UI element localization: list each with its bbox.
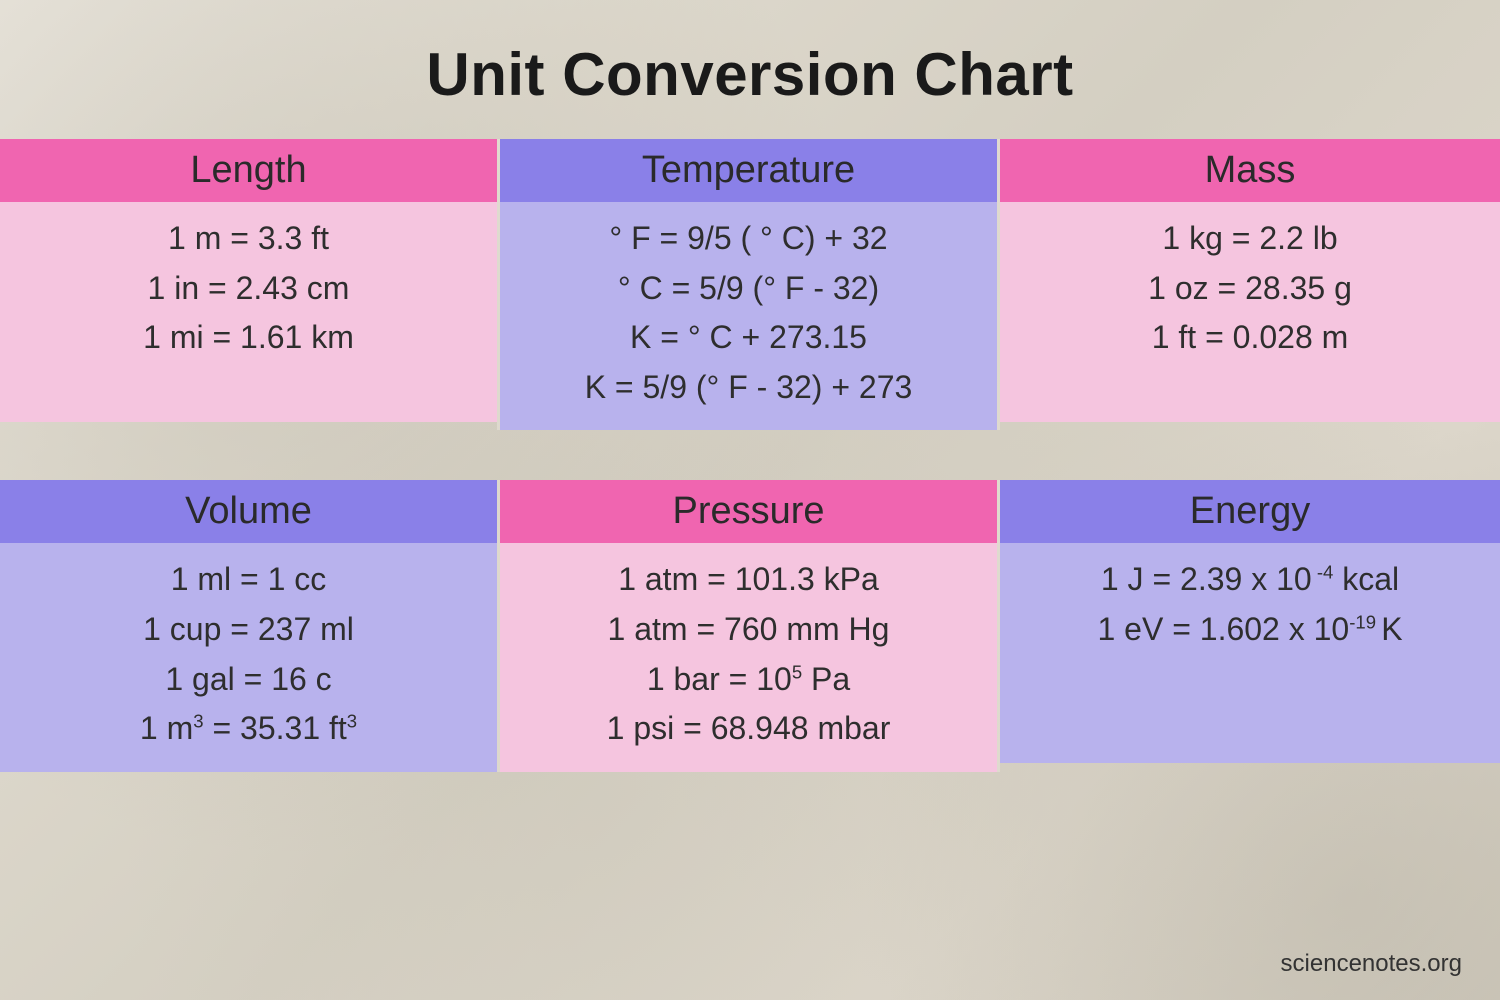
card-volume: Volume 1 ml = 1 cc 1 cup = 237 ml 1 gal … (0, 480, 500, 771)
conv-line: 1 kg = 2.2 lb (1010, 214, 1490, 264)
conv-line: ° C = 5/9 (° F - 32) (510, 264, 987, 314)
conv-line: 1 psi = 68.948 mbar (510, 704, 987, 754)
card-length: Length 1 m = 3.3 ft 1 in = 2.43 cm 1 mi … (0, 139, 500, 430)
conv-line: 1 atm = 760 mm Hg (510, 605, 987, 655)
card-body-mass: 1 kg = 2.2 lb 1 oz = 28.35 g 1 ft = 0.02… (1000, 202, 1500, 422)
conv-line: 1 gal = 16 c (10, 655, 487, 705)
conv-line: K = 5/9 (° F - 32) + 273 (510, 363, 987, 413)
card-body-length: 1 m = 3.3 ft 1 in = 2.43 cm 1 mi = 1.61 … (0, 202, 497, 422)
conv-line: 1 m3 = 35.31 ft3 (10, 704, 487, 754)
conv-line: 1 bar = 105 Pa (510, 655, 987, 705)
card-body-temperature: ° F = 9/5 ( ° C) + 32 ° C = 5/9 (° F - 3… (500, 202, 997, 430)
conv-line: 1 ml = 1 cc (10, 555, 487, 605)
card-energy: Energy 1 J = 2.39 x 10 -4 kcal 1 eV = 1.… (1000, 480, 1500, 771)
card-body-energy: 1 J = 2.39 x 10 -4 kcal 1 eV = 1.602 x 1… (1000, 543, 1500, 763)
conv-line: 1 ft = 0.028 m (1010, 313, 1490, 363)
card-temperature: Temperature ° F = 9/5 ( ° C) + 32 ° C = … (500, 139, 1000, 430)
conv-line: 1 mi = 1.61 km (10, 313, 487, 363)
card-header-volume: Volume (0, 480, 497, 543)
conv-line: K = ° C + 273.15 (510, 313, 987, 363)
card-mass: Mass 1 kg = 2.2 lb 1 oz = 28.35 g 1 ft =… (1000, 139, 1500, 430)
card-header-energy: Energy (1000, 480, 1500, 543)
attribution: sciencenotes.org (1281, 950, 1462, 978)
conv-line: 1 J = 2.39 x 10 -4 kcal (1010, 555, 1490, 605)
conv-line: 1 in = 2.43 cm (10, 264, 487, 314)
card-pressure: Pressure 1 atm = 101.3 kPa 1 atm = 760 m… (500, 480, 1000, 771)
card-body-volume: 1 ml = 1 cc 1 cup = 237 ml 1 gal = 16 c … (0, 543, 497, 771)
card-header-mass: Mass (1000, 139, 1500, 202)
conversion-grid-2: Volume 1 ml = 1 cc 1 cup = 237 ml 1 gal … (0, 480, 1500, 771)
conversion-grid: Length 1 m = 3.3 ft 1 in = 2.43 cm 1 mi … (0, 139, 1500, 430)
page-title: Unit Conversion Chart (0, 0, 1500, 139)
card-header-length: Length (0, 139, 497, 202)
conv-line: 1 eV = 1.602 x 10-19 K (1010, 605, 1490, 655)
conv-line: 1 oz = 28.35 g (1010, 264, 1490, 314)
conv-line: 1 m = 3.3 ft (10, 214, 487, 264)
conv-line: 1 cup = 237 ml (10, 605, 487, 655)
card-body-pressure: 1 atm = 101.3 kPa 1 atm = 760 mm Hg 1 ba… (500, 543, 997, 771)
conv-line: 1 atm = 101.3 kPa (510, 555, 987, 605)
card-header-temperature: Temperature (500, 139, 997, 202)
conv-line: ° F = 9/5 ( ° C) + 32 (510, 214, 987, 264)
card-header-pressure: Pressure (500, 480, 997, 543)
